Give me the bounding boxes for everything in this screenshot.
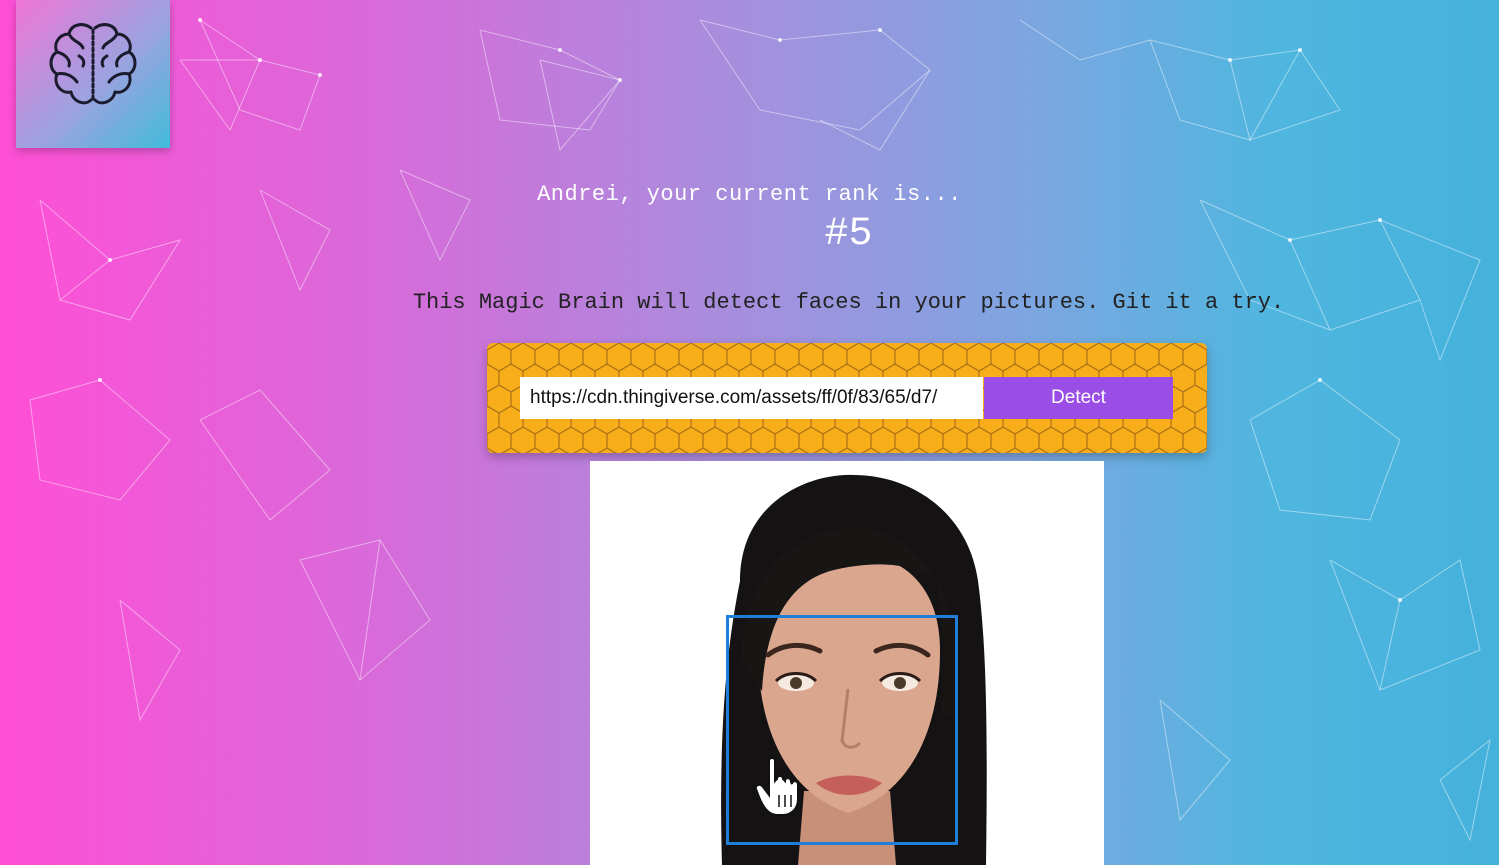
rank-number: #5 [824,212,873,257]
rank-message: Andrei, your current rank is... [537,182,962,207]
image-url-input[interactable] [520,377,983,419]
detect-button[interactable]: Detect [984,377,1173,419]
hand-cursor-icon [755,757,799,816]
tagline: This Magic Brain will detect faces in yo… [412,290,1285,315]
result-image-frame [590,461,1104,865]
logo-tile [16,0,170,148]
brain-icon [49,23,137,105]
url-form-panel: Detect [487,343,1207,453]
